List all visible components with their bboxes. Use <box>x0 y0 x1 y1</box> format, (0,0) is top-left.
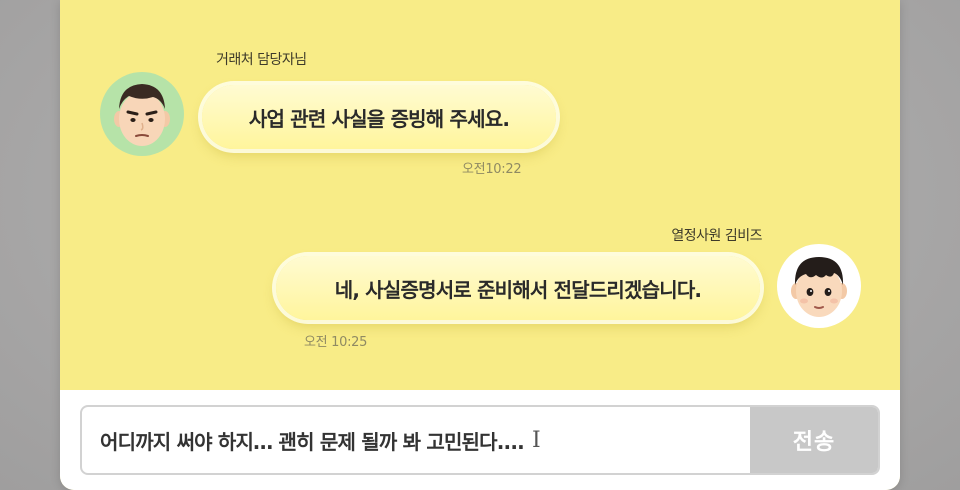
text-cursor-icon: I <box>531 427 541 453</box>
message-bubble-incoming: 사업 관련 사실을 증빙해 주세요. <box>202 85 556 149</box>
chat-window: 거래처 담당자님 사업 관련 사실을 증빙해 주세요. 오전10:22 열정사원… <box>60 0 900 490</box>
message-input[interactable]: 어디까지 써야 하지… 괜히 문제 될까 봐 고민된다.... I <box>100 407 740 473</box>
employee-avatar-icon <box>791 257 847 317</box>
sender-name: 열정사원 김비즈 <box>671 228 762 244</box>
male-client-avatar-icon <box>114 84 170 146</box>
message-composer: 어디까지 써야 하지… 괜히 문제 될까 봐 고민된다.... I 전송 <box>80 405 880 475</box>
message-bubble-outgoing: 네, 사실증명서로 준비해서 전달드리겠습니다. <box>276 256 760 320</box>
composer-area: 어디까지 써야 하지… 괜히 문제 될까 봐 고민된다.... I 전송 <box>60 390 900 490</box>
employee-avatar <box>777 244 861 328</box>
send-button[interactable]: 전송 <box>750 407 878 473</box>
message-time: 오전10:22 <box>462 162 522 177</box>
sender-name: 거래처 담당자님 <box>216 52 307 68</box>
message-time: 오전 10:25 <box>304 335 368 350</box>
message-input-value: 어디까지 써야 하지… 괜히 문제 될까 봐 고민된다.... <box>100 429 525 454</box>
client-avatar <box>100 72 184 156</box>
